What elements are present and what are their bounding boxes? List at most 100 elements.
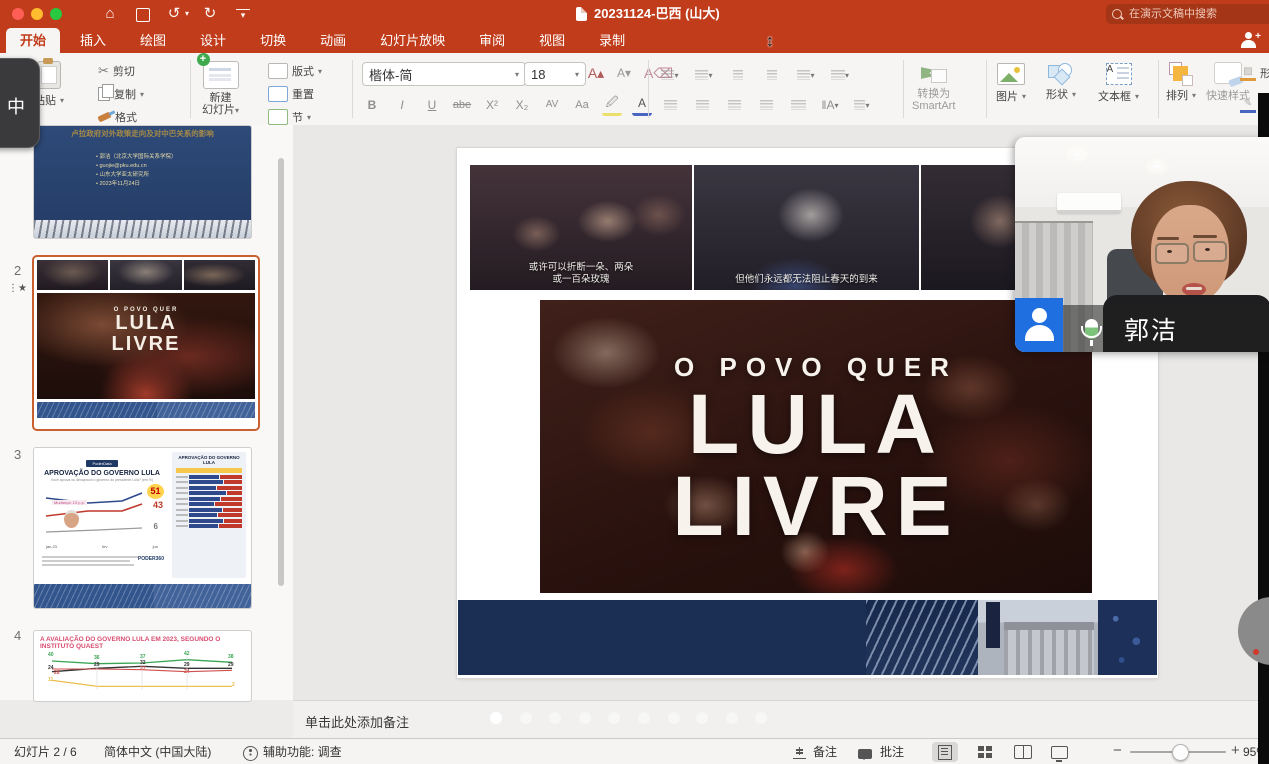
- picture-button[interactable]: 图片▾: [996, 63, 1026, 104]
- notes-pane[interactable]: 单击此处添加备注: [293, 700, 1269, 739]
- floating-overlay-badge: [1253, 649, 1259, 655]
- tab-view[interactable]: 视图: [525, 28, 579, 53]
- search-box[interactable]: [1106, 4, 1269, 24]
- tab-slideshow[interactable]: 幻灯片放映: [366, 28, 459, 53]
- underline-button[interactable]: U: [422, 95, 442, 115]
- notes-toggle[interactable]: 备注: [813, 744, 837, 760]
- convert-to-smartart-button[interactable]: 转换为SmartArt: [912, 65, 955, 112]
- approval-value: 51: [147, 484, 164, 499]
- font-size-combo[interactable]: 18▾: [524, 62, 586, 86]
- copy-dropdown-caret-icon[interactable]: ▾: [140, 90, 144, 99]
- numbering-button[interactable]: ▾: [694, 65, 714, 85]
- tab-review[interactable]: 审阅: [465, 28, 519, 53]
- superscript-button[interactable]: X²: [482, 95, 502, 115]
- align-text-button[interactable]: ▾: [852, 95, 872, 115]
- paste-dropdown-caret-icon[interactable]: ▾: [60, 96, 64, 105]
- thumbnail-slide-1[interactable]: 卢拉政府对外政策走向及对中巴关系的影响 • 郭洁（北京大学国际关系学院） • g…: [33, 125, 252, 239]
- ribbon-tab-row: 开始 插入 绘图 设计 切换 动画 幻灯片放映 审阅 视图 录制 +: [0, 28, 1269, 53]
- thumbnail-slide-2-selected[interactable]: O POVO QUER LULA LIVRE: [32, 255, 260, 431]
- arrange-button[interactable]: 排列▾: [1166, 62, 1196, 103]
- redo-icon[interactable]: ↻: [200, 0, 220, 28]
- home-icon[interactable]: ⌂: [100, 0, 120, 28]
- thumbnail-slide-3[interactable]: PoderData APROVAÇÃO DO GOVERNO LULA Você…: [33, 447, 252, 609]
- copy-button[interactable]: 复制 ▾: [98, 86, 144, 102]
- participant-tile-icon[interactable]: [1015, 298, 1063, 352]
- thumbnail-scrollbar[interactable]: [278, 158, 284, 586]
- tab-transitions[interactable]: 切换: [246, 28, 300, 53]
- reading-view-button[interactable]: [1010, 742, 1036, 762]
- justify-button[interactable]: [756, 95, 776, 115]
- tab-draw[interactable]: 绘图: [126, 28, 180, 53]
- character-spacing-button[interactable]: AV: [542, 95, 562, 115]
- arrange-icon: [1169, 62, 1193, 84]
- change-case-button[interactable]: Aa: [572, 95, 592, 115]
- zoom-in-button[interactable]: +: [1231, 743, 1240, 759]
- animation-star-icon[interactable]: ⋮★: [8, 283, 27, 294]
- air-conditioner: [1057, 193, 1121, 213]
- maximize-window-button[interactable]: [50, 8, 62, 20]
- quick-styles-icon: [1214, 62, 1242, 84]
- tab-insert[interactable]: 插入: [66, 28, 120, 53]
- align-left-button[interactable]: [660, 95, 680, 115]
- search-input[interactable]: [1127, 7, 1251, 21]
- notes-toggle-icon: [793, 747, 806, 763]
- thumbnail-slide-4[interactable]: A AVALIAÇÃO DO GOVERNO LULA EM 2023, SEG…: [33, 630, 252, 702]
- format-painter-button[interactable]: 格式: [98, 109, 137, 125]
- undo-icon[interactable]: ↺: [164, 0, 184, 28]
- minimize-window-button[interactable]: [31, 8, 43, 20]
- notes-placeholder: 单击此处添加备注: [305, 712, 409, 731]
- hero-image[interactable]: O POVO QUER LULA LIVRE: [540, 300, 1092, 593]
- align-right-button[interactable]: [724, 95, 744, 115]
- cut-button[interactable]: ✂ 剪切: [98, 63, 135, 79]
- text-direction-button[interactable]: ‖A▾: [820, 95, 840, 115]
- shape-fill-button[interactable]: ▨ 形: [1240, 65, 1269, 81]
- italic-button[interactable]: I: [392, 95, 412, 115]
- slideshow-button[interactable]: [1046, 742, 1072, 762]
- increase-indent-button[interactable]: [762, 65, 782, 85]
- save-icon[interactable]: [136, 8, 150, 22]
- layout-button[interactable]: 版式▾: [268, 63, 322, 79]
- zoom-slider-knob[interactable]: [1172, 744, 1189, 761]
- tab-record[interactable]: 录制: [585, 28, 639, 53]
- comments-toggle[interactable]: 批注: [880, 744, 904, 760]
- video-still-1[interactable]: 或许可以折断一朵、两朵 或一百朵玫瑰: [470, 165, 692, 290]
- normal-view-button[interactable]: [932, 742, 958, 762]
- textbox-button[interactable]: A 文本框▾: [1098, 63, 1139, 104]
- columns-button[interactable]: ▾: [830, 65, 850, 85]
- new-slide-button[interactable]: 新建幻灯片▾: [202, 61, 239, 117]
- slide2-mini-still-2: [110, 260, 181, 290]
- footer-photo-building: [978, 600, 1098, 675]
- zoom-out-button[interactable]: −: [1113, 743, 1122, 759]
- strikethrough-button[interactable]: abe: [452, 95, 472, 115]
- language-indicator[interactable]: 简体中文 (中国大陆): [104, 744, 211, 760]
- undo-dropdown-caret-icon[interactable]: ▾: [182, 0, 192, 28]
- highlight-color-button[interactable]: 🖉: [602, 93, 622, 116]
- line-spacing-button[interactable]: ▾: [796, 65, 816, 85]
- close-window-button[interactable]: [12, 8, 24, 20]
- section-button[interactable]: 节▾: [268, 109, 311, 125]
- tab-design[interactable]: 设计: [186, 28, 240, 53]
- font-size-caret-icon: ▾: [575, 70, 579, 79]
- share-user-icon[interactable]: +: [1239, 31, 1261, 49]
- customize-toolbar-icon[interactable]: ▾: [236, 9, 250, 22]
- align-center-button[interactable]: [692, 95, 712, 115]
- tab-home[interactable]: 开始: [6, 28, 60, 53]
- increase-font-size-button[interactable]: A▴: [586, 63, 606, 83]
- slide3-right-chart: APROVAÇÃO DO GOVERNO LULA: [172, 452, 246, 578]
- bold-button[interactable]: B: [362, 95, 382, 115]
- page-dot: [579, 712, 591, 724]
- decrease-indent-button[interactable]: [728, 65, 748, 85]
- font-name-combo[interactable]: 楷体-简▾: [362, 62, 526, 86]
- decrease-font-size-button[interactable]: A▾: [614, 63, 634, 83]
- video-still-2[interactable]: 但他们永远都无法阻止春天的到来: [694, 165, 919, 290]
- subscript-button[interactable]: X₂: [512, 95, 532, 115]
- shapes-button[interactable]: 形状▾: [1046, 63, 1076, 102]
- tab-animations[interactable]: 动画: [306, 28, 360, 53]
- slide-sorter-view-button[interactable]: [972, 742, 998, 762]
- font-color-button[interactable]: A: [632, 93, 652, 116]
- bullets-button[interactable]: ▾: [660, 65, 680, 85]
- accessibility-status[interactable]: 辅助功能: 调查: [263, 744, 342, 760]
- distribute-text-button[interactable]: [788, 95, 808, 115]
- reset-button[interactable]: 重置: [268, 86, 314, 102]
- video-call-overlay[interactable]: 郭洁: [1015, 137, 1269, 352]
